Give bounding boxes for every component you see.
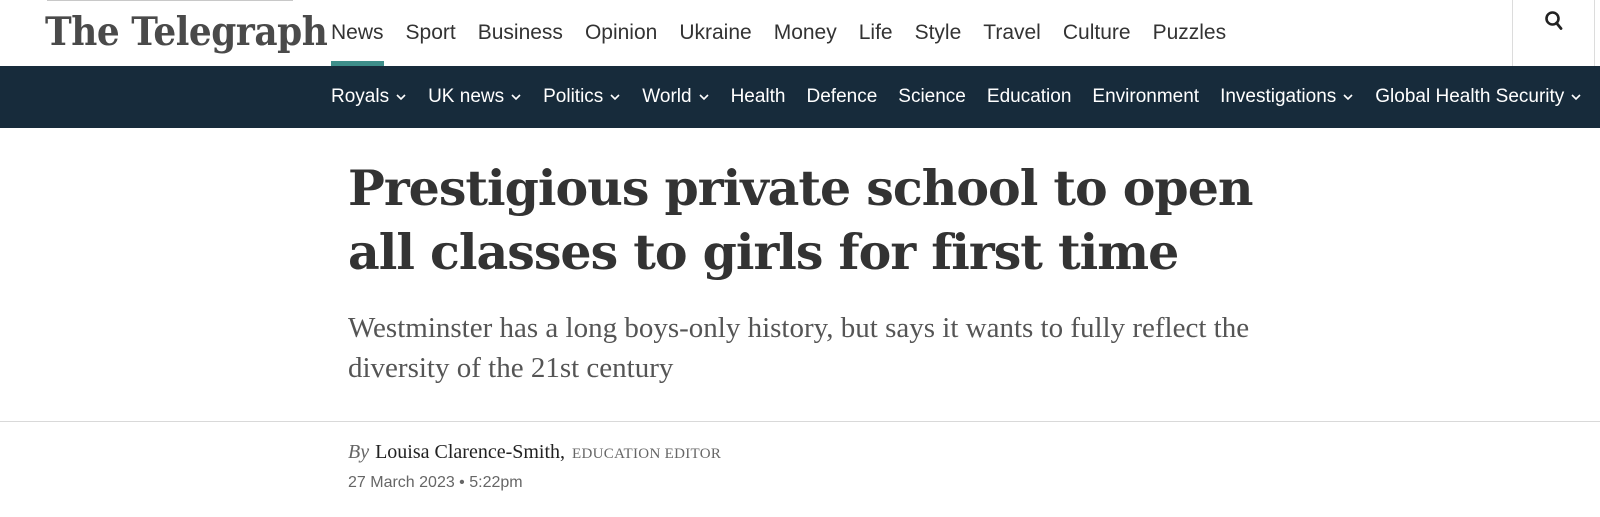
article-standfirst: Westminster has a long boys-only history… (348, 312, 1250, 384)
chevron-down-icon (511, 94, 521, 101)
subnav-item-royals[interactable]: Royals (331, 66, 407, 128)
nav-item-money[interactable]: Money (763, 0, 848, 66)
nav-item-travel[interactable]: Travel (972, 0, 1052, 66)
nav-item-puzzles[interactable]: Puzzles (1142, 0, 1238, 66)
subnav-item-global-health-security[interactable]: Global Health Security (1375, 66, 1582, 128)
author-name-link[interactable]: Louisa Clarence-Smith, (375, 441, 565, 463)
subnav-label: Environment (1092, 86, 1200, 107)
nav-item-ukraine[interactable]: Ukraine (668, 0, 762, 66)
nav-item-business[interactable]: Business (467, 0, 574, 66)
chevron-down-icon (396, 94, 406, 101)
subnav-item-defence[interactable]: Defence (807, 66, 878, 128)
subnav-label: Education (986, 86, 1072, 107)
subnav-label: Health (730, 86, 786, 107)
byline-prefix: By (348, 441, 370, 463)
subnav-label: Politics (543, 86, 604, 107)
article-headline: Prestigious private school to open all c… (348, 159, 1254, 281)
subnav-label: UK news (428, 86, 505, 107)
subnav-item-environment[interactable]: Environment (1092, 66, 1199, 128)
publish-date: 27 March 2023 • 5:22pm (348, 474, 523, 491)
chevron-down-icon (1571, 94, 1581, 101)
chevron-down-icon (699, 94, 709, 101)
subnav-list: Royals UK news Politics World Health Def… (331, 66, 1600, 128)
logo-top-rule (47, 0, 293, 2)
section-subnav: Royals UK news Politics World Health Def… (0, 66, 1600, 128)
chevron-down-icon (1343, 94, 1353, 101)
subnav-label: Global Health Security (1375, 86, 1565, 107)
subnav-item-science[interactable]: Science (898, 66, 966, 128)
subnav-label: Investigations (1220, 86, 1337, 107)
chevron-down-icon (610, 94, 620, 101)
telegraph-logo[interactable]: The Telegraph (45, 7, 328, 57)
nav-item-culture[interactable]: Culture (1052, 0, 1142, 66)
subnav-item-investigations[interactable]: Investigations (1220, 66, 1354, 128)
author-role: EDUCATION EDITOR (572, 446, 722, 462)
nav-item-sport[interactable]: Sport (395, 0, 467, 66)
nav-item-style[interactable]: Style (904, 0, 973, 66)
subnav-label: Royals (331, 86, 390, 107)
subnav-item-world[interactable]: World (642, 66, 709, 128)
subnav-label: Defence (806, 86, 878, 107)
nav-item-opinion[interactable]: Opinion (574, 0, 668, 66)
subnav-label: World (642, 86, 692, 107)
subnav-item-politics[interactable]: Politics (543, 66, 621, 128)
search-icon (1544, 11, 1562, 30)
subnav-item-uk-news[interactable]: UK news (428, 66, 522, 128)
subnav-label: Science (898, 86, 966, 107)
subnav-item-education[interactable]: Education (987, 66, 1072, 128)
nav-item-news[interactable]: News (320, 0, 395, 66)
primary-nav: News Sport Business Opinion Ukraine Mone… (320, 0, 1237, 66)
byline: By Louisa Clarence-Smith, EDUCATION EDITO… (348, 441, 721, 464)
header-divider (0, 421, 1600, 422)
masthead-bar: The Telegraph News Sport Business Opinio… (0, 0, 1600, 66)
nav-item-life[interactable]: Life (848, 0, 904, 66)
search-button[interactable] (1512, 0, 1595, 66)
subnav-item-health[interactable]: Health (731, 66, 786, 128)
